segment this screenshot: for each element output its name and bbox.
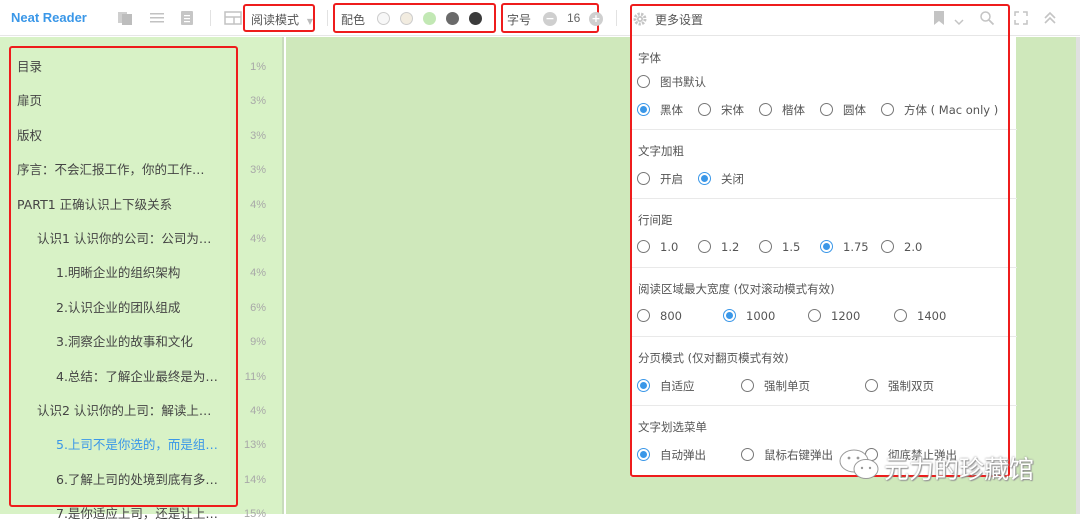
reading-mode-dropdown[interactable]: 阅读模式 ▼ — [251, 11, 313, 28]
increase-font-button[interactable]: + — [589, 12, 603, 26]
toc-list-icon[interactable] — [149, 10, 165, 30]
highlight-more-settings — [630, 4, 1010, 477]
fullscreen-icon[interactable] — [1014, 10, 1028, 29]
reading-mode-label: 阅读模式 — [251, 13, 300, 27]
toolbar-divider — [210, 10, 211, 26]
highlight-toc — [9, 46, 238, 507]
toolbar-divider — [327, 10, 328, 26]
wechat-icon — [838, 447, 884, 487]
color-swatch-beige[interactable] — [400, 12, 413, 25]
collapse-up-icon[interactable] — [1043, 10, 1057, 29]
chevron-down-icon: ▼ — [306, 17, 313, 26]
color-scheme-label: 配色 — [341, 13, 366, 27]
scrollbar[interactable] — [1076, 37, 1080, 514]
color-swatch-white[interactable] — [377, 12, 390, 25]
font-size-label: 字号 — [507, 13, 532, 27]
color-swatch-gray[interactable] — [446, 12, 459, 25]
library-icon[interactable] — [117, 10, 133, 30]
layout-icon[interactable] — [224, 10, 242, 30]
app-logo: Neat Reader — [11, 10, 87, 25]
font-size-value: 16 — [567, 11, 581, 25]
color-swatch-green[interactable] — [423, 12, 436, 25]
reading-area-margin — [1016, 37, 1080, 514]
color-swatch-dark[interactable] — [469, 12, 482, 25]
decrease-font-button[interactable]: − — [543, 12, 557, 26]
watermark-text: 元力的珍藏馆 — [884, 455, 1035, 484]
toolbar-divider — [616, 10, 617, 26]
notes-icon[interactable] — [180, 10, 194, 30]
